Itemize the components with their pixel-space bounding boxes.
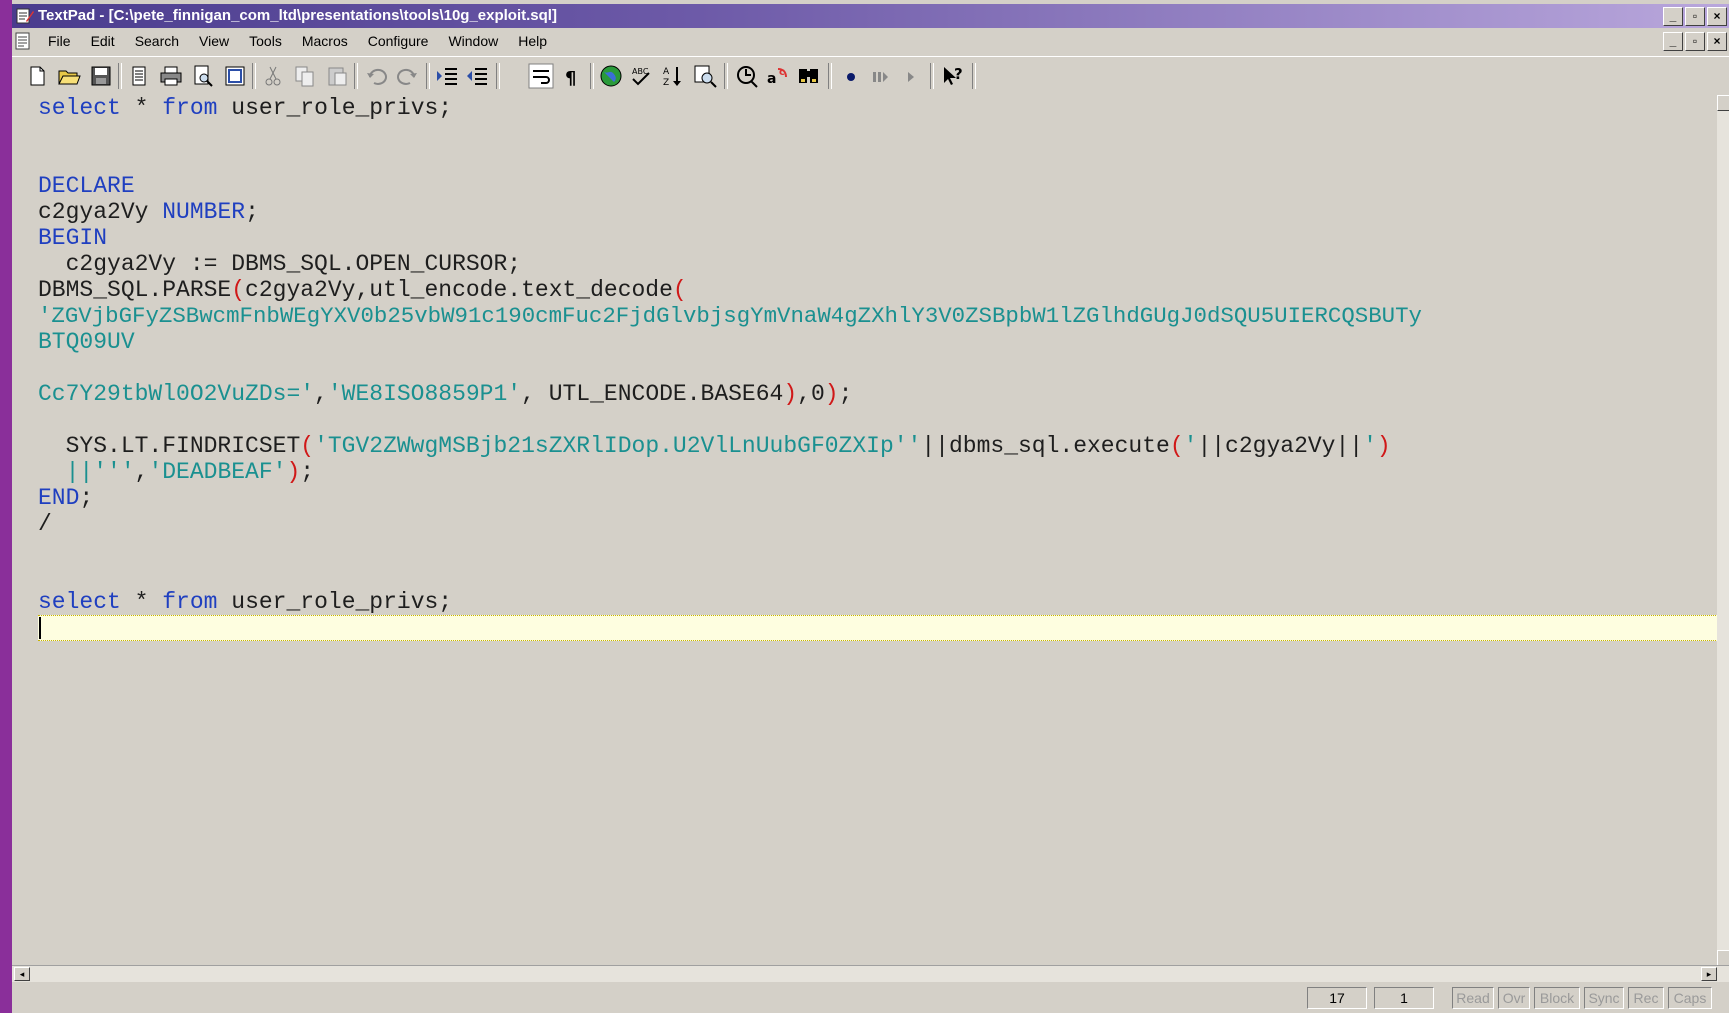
undo-icon[interactable] [364,63,390,89]
code-text[interactable]: select * from user_role_privs; DECLARE c2g… [38,95,1422,641]
scroll-left-arrow-icon[interactable]: ◂ [14,967,30,981]
window-title: TextPad - [C:\pete_finnigan_com_ltd\pres… [38,7,557,24]
menu-file[interactable]: File [38,28,81,54]
toolbar: ¶ ABC AZ ac ? [12,56,1729,96]
svg-text:¶: ¶ [565,68,576,89]
open-file-icon[interactable] [56,63,82,89]
status-sync[interactable]: Sync [1584,987,1624,1009]
spell-check-icon[interactable]: ABC [628,63,654,89]
paste-icon[interactable] [324,63,350,89]
horizontal-scrollbar[interactable]: ◂ ▸ [12,965,1729,982]
restore-button[interactable]: ▫ [1685,7,1705,26]
redo-icon[interactable] [394,63,420,89]
close-button[interactable]: × [1707,7,1727,26]
word-wrap-icon[interactable] [528,63,554,89]
replace-icon[interactable]: ac [764,63,790,89]
minimize-button[interactable]: _ [1663,7,1683,26]
document-icon[interactable] [14,32,32,50]
status-record[interactable]: Rec [1628,987,1664,1009]
code-line: c2gya2Vy := DBMS_SQL.OPEN_CURSOR; [38,251,522,277]
vertical-scrollbar[interactable] [1717,95,1729,966]
code-line: select * from user_role_privs; [38,95,453,121]
status-bar: 17 1 Read Ovr Block Sync Rec Caps [12,983,1729,1013]
sort-icon[interactable]: AZ [660,63,686,89]
code-line: DBMS_SQL.PARSE(c2gya2Vy,utl_encode.text_… [38,277,687,303]
menu-search[interactable]: Search [125,28,189,54]
svg-text:c: c [779,67,785,78]
play-macro-icon[interactable] [898,63,924,89]
menu-edit[interactable]: Edit [81,28,125,54]
status-column-number: 1 [1374,987,1434,1009]
status-overwrite[interactable]: Ovr [1498,987,1530,1009]
code-line: DECLARE [38,173,135,199]
textpad-window: TextPad - [C:\pete_finnigan_com_ltd\pres… [12,0,1729,1013]
cut-icon[interactable] [260,63,286,89]
svg-text:a: a [767,71,776,87]
print-icon[interactable] [158,63,184,89]
code-line: 'ZGVjbGFyZSBwcmFnbWEgYXV0b25vbW91c190cmF… [38,303,1422,329]
status-caps[interactable]: Caps [1668,987,1712,1009]
text-caret [39,617,41,639]
find-in-files-icon[interactable] [734,63,760,89]
title-bar[interactable]: TextPad - [C:\pete_finnigan_com_ltd\pres… [12,4,1729,28]
menu-configure[interactable]: Configure [358,28,439,54]
status-line-number: 17 [1307,987,1367,1009]
svg-text:A: A [663,67,670,77]
pilcrow-icon[interactable]: ¶ [558,63,584,89]
doc-restore-button[interactable]: ▫ [1685,32,1705,51]
menu-bar: File Edit Search View Tools Macros Confi… [12,28,1729,54]
code-line: / [38,511,52,537]
code-line: BTQ09UV [38,329,135,355]
code-line: c2gya2Vy NUMBER; [38,199,259,225]
scroll-up-arrow-icon[interactable] [1717,95,1729,111]
document-properties-icon[interactable] [126,63,152,89]
scroll-down-arrow-icon[interactable] [1717,950,1729,966]
desktop-border [0,0,12,1013]
svg-text:?: ? [954,65,963,83]
code-line: BEGIN [38,225,108,251]
menu-tools[interactable]: Tools [239,28,292,54]
menu-macros[interactable]: Macros [292,28,358,54]
copy-icon[interactable] [292,63,318,89]
status-read[interactable]: Read [1452,987,1494,1009]
globe-icon[interactable] [598,63,624,89]
outdent-icon[interactable] [464,63,490,89]
code-line: ||''','DEADBEAF'); [65,459,315,485]
textpad-app-icon[interactable] [16,7,34,25]
help-pointer-icon[interactable]: ? [940,63,966,89]
code-line: SYS.LT.FINDRICSET('TGV2ZWwgMSBjb21sZXRlI… [38,433,1391,459]
doc-close-button[interactable]: × [1707,32,1727,51]
svg-text:Z: Z [663,78,669,88]
editor-area[interactable]: select * from user_role_privs; DECLARE c2g… [12,95,1717,965]
code-line: END; [38,485,94,511]
pause-macro-icon[interactable] [866,63,892,89]
print-preview-icon[interactable] [190,63,216,89]
doc-minimize-button[interactable]: _ [1663,32,1683,51]
new-file-icon[interactable] [24,63,50,89]
scroll-right-arrow-icon[interactable]: ▸ [1701,967,1717,981]
record-macro-icon[interactable] [838,63,864,89]
binoculars-icon[interactable] [796,63,822,89]
menu-window[interactable]: Window [438,28,508,54]
workspace-icon[interactable] [222,63,248,89]
indent-icon[interactable] [434,63,460,89]
code-line: select * from user_role_privs; [38,589,453,615]
menu-help[interactable]: Help [508,28,557,54]
code-line: Cc7Y29tbWl0O2VuZDs=','WE8ISO8859P1', UTL… [38,381,853,407]
menu-view[interactable]: View [189,28,239,54]
status-block[interactable]: Block [1534,987,1580,1009]
find-icon[interactable] [692,63,718,89]
save-icon[interactable] [88,63,114,89]
